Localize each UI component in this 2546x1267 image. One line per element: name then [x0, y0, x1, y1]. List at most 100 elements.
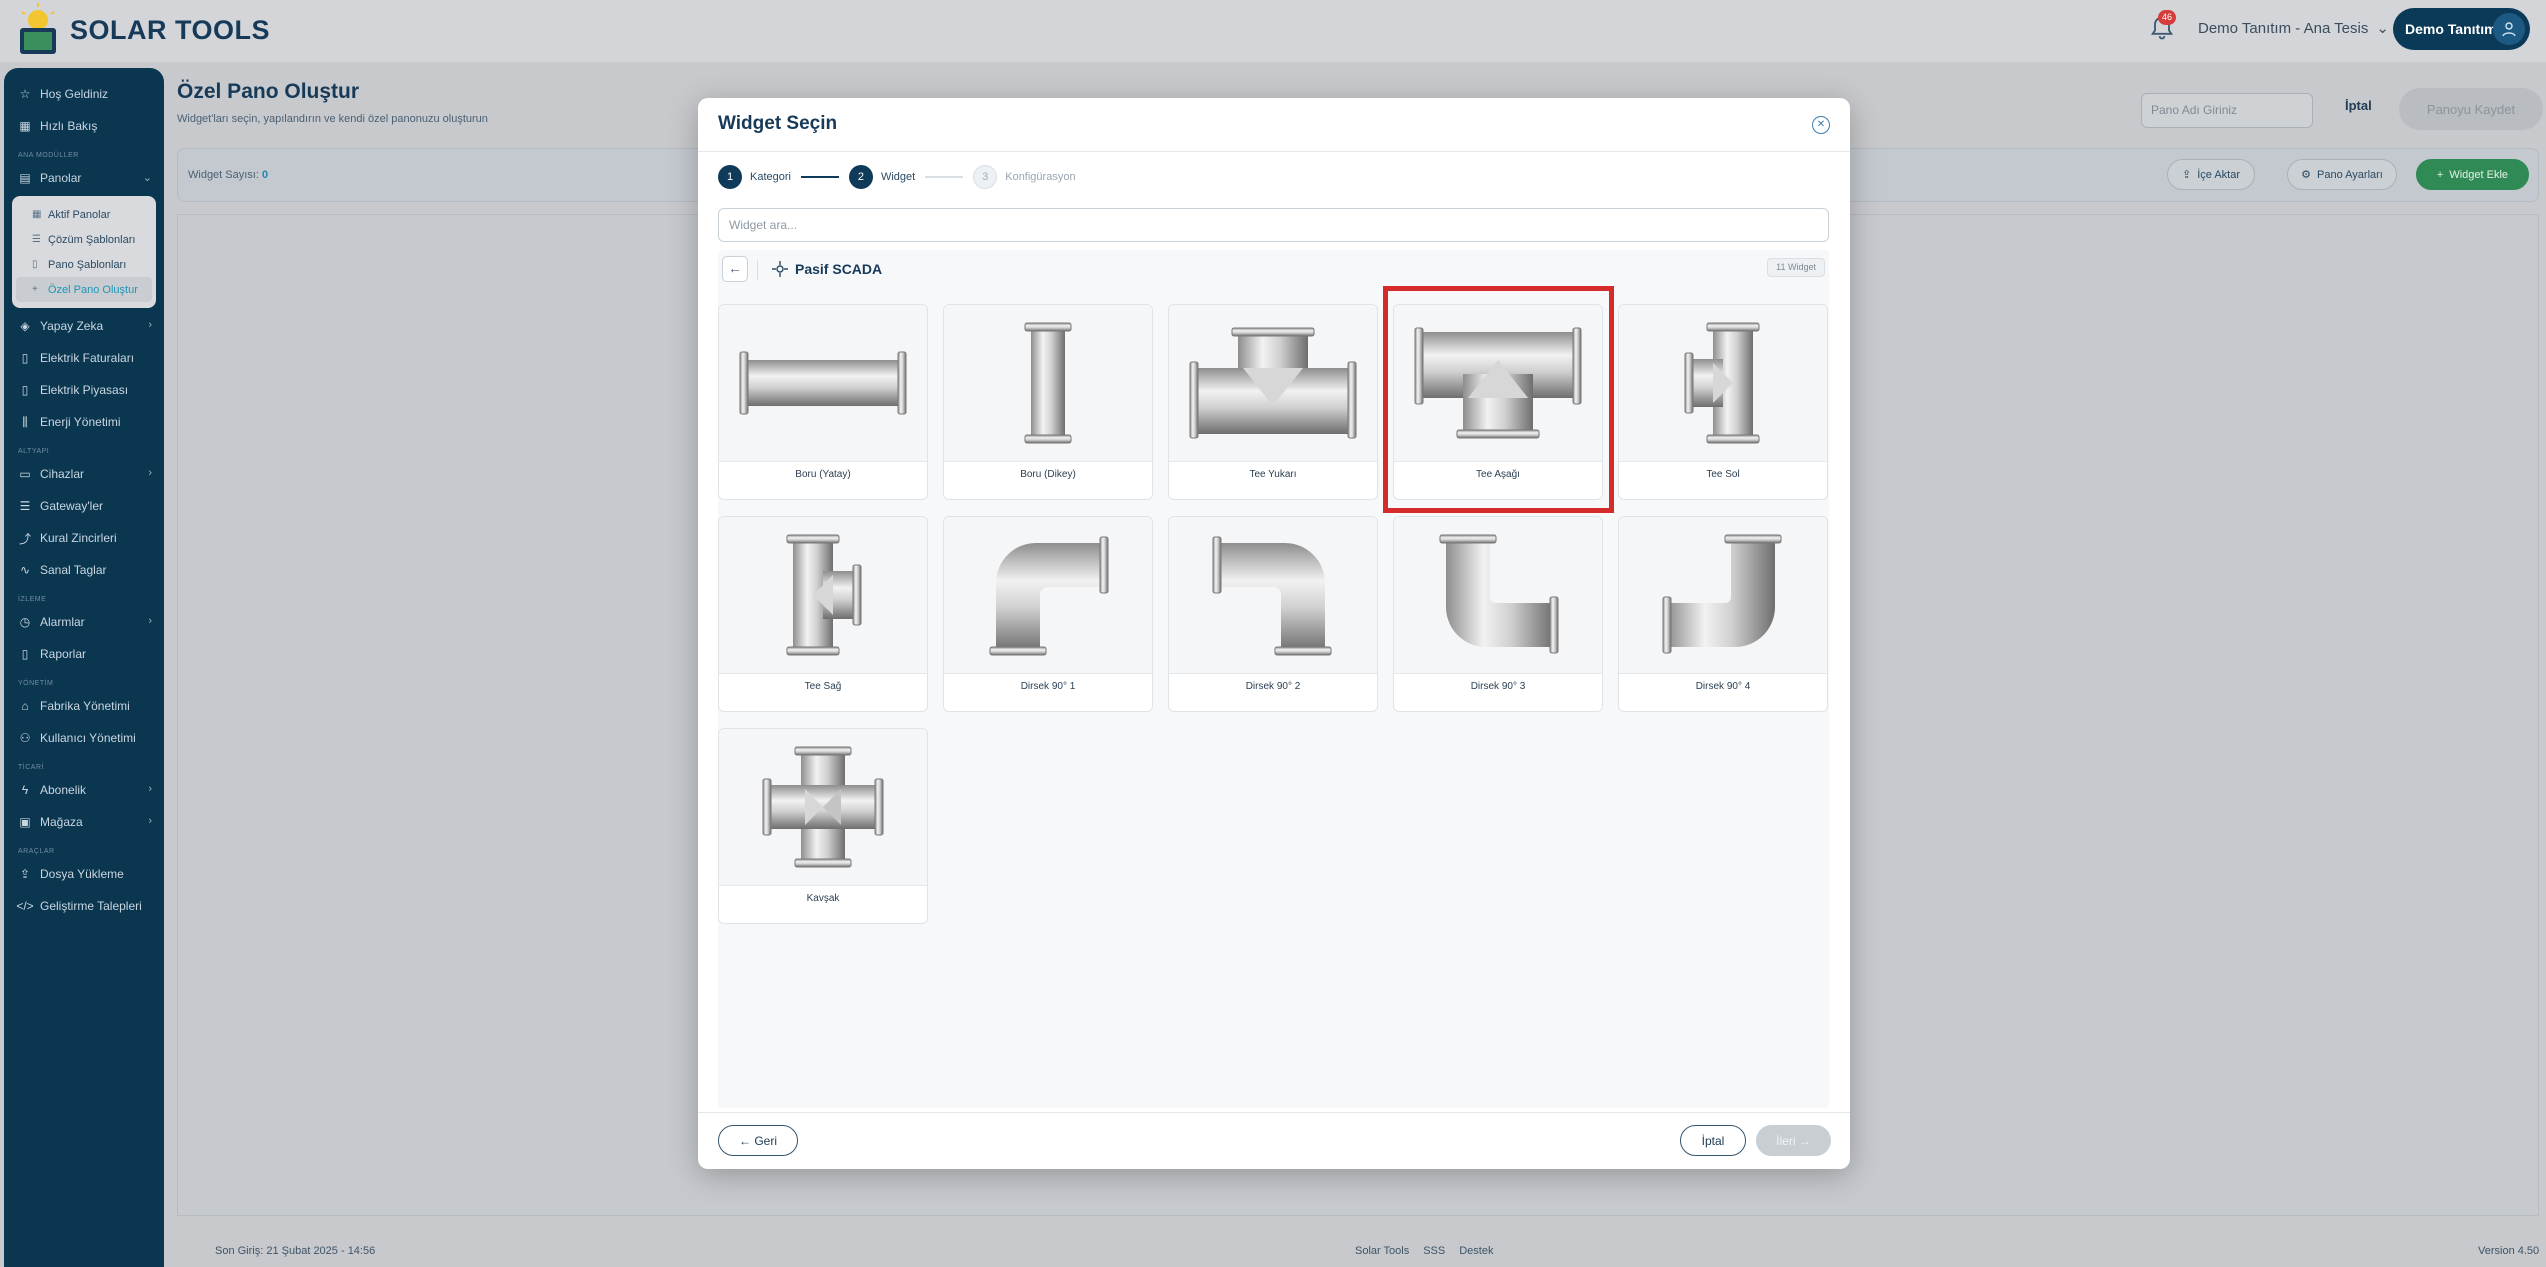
sidebar-subitem-custom-board[interactable]: + Özel Pano Oluştur: [16, 277, 152, 302]
widget-count-badge: 11 Widget: [1767, 258, 1825, 277]
widget-card-pipe-vertical[interactable]: Boru (Dikey): [943, 304, 1153, 500]
divider: [944, 673, 1152, 674]
sidebar-item-virtual-tags[interactable]: ∿ Sanal Taglar: [4, 554, 164, 586]
sidebar-item-label: Hoş Geldiniz: [40, 87, 109, 101]
sidebar-item-gateways[interactable]: ☰ Gateway'ler: [4, 490, 164, 522]
users-icon: ⚇: [19, 731, 31, 745]
sidebar-item-rule-chains[interactable]: ⤴ Kural Zincirleri: [4, 522, 164, 554]
sidebar-item-market[interactable]: ▯ Elektrik Piyasası: [4, 374, 164, 406]
sidebar-item-ai[interactable]: ◈ Yapay Zeka ›: [4, 310, 164, 342]
board-name-input[interactable]: Pano Adı Giriniz: [2141, 93, 2313, 128]
stepper: 1 Kategori 2 Widget 3 Konfigürasyon: [718, 164, 1076, 190]
widget-search-input[interactable]: Widget ara...: [718, 208, 1829, 242]
divider: [757, 260, 758, 280]
divider: [944, 461, 1152, 462]
brand-logo[interactable]: SOLAR TOOLS: [14, 2, 270, 58]
sidebar-subitem-active-boards[interactable]: ▦ Aktif Panolar: [12, 202, 156, 227]
pipe-vertical-icon: [944, 305, 1152, 461]
factory-icon: ⌂: [21, 699, 29, 713]
sidebar-submenu: ▦ Aktif Panolar ☰ Çözüm Şablonları ▯ Pano Ş…: [12, 196, 156, 308]
widget-card-tee-down[interactable]: Tee Aşağı: [1393, 304, 1603, 500]
widget-card-label: Dirsek 90° 1: [1020, 681, 1076, 692]
sidebar-item-energy[interactable]: ⫼ Enerji Yönetimi: [4, 406, 164, 438]
widget-card-tee-left[interactable]: Tee Sol: [1618, 304, 1828, 500]
widget-card-label: Dirsek 90° 3: [1470, 681, 1526, 692]
dashboard-icon: ▤: [19, 171, 31, 185]
widget-card-elbow-3[interactable]: Dirsek 90° 3: [1393, 516, 1603, 712]
plus-icon: +: [32, 284, 38, 295]
widget-card-elbow-1[interactable]: Dirsek 90° 1: [943, 516, 1153, 712]
board-settings-button[interactable]: ⚙ Pano Ayarları: [2287, 159, 2397, 190]
widget-count-label: Widget Sayısı:: [188, 169, 259, 181]
chevron-right-icon: ›: [148, 783, 152, 795]
divider: [719, 885, 927, 886]
back-button[interactable]: ← Geri: [718, 1125, 798, 1156]
footer-link[interactable]: Destek: [1459, 1245, 1493, 1257]
footer-link[interactable]: Solar Tools: [1355, 1245, 1409, 1257]
next-button[interactable]: İleri →: [1756, 1125, 1831, 1156]
widget-card-pipe-horizontal[interactable]: Boru (Yatay): [718, 304, 928, 500]
sidebar-item-welcome[interactable]: ☆ Hoş Geldiniz: [4, 78, 164, 110]
pipe-horizontal-icon: [719, 305, 927, 461]
sidebar-item-invoices[interactable]: ▯ Elektrik Faturaları: [4, 342, 164, 374]
sidebar-item-quick-view[interactable]: ▦ Hızlı Bakış: [4, 110, 164, 142]
avatar: [2493, 13, 2525, 45]
chevron-right-icon: ›: [148, 319, 152, 331]
report-icon: ▯: [21, 647, 29, 661]
widget-card-elbow-2[interactable]: Dirsek 90° 2: [1168, 516, 1378, 712]
widget-card-elbow-4[interactable]: Dirsek 90° 4: [1618, 516, 1828, 712]
sidebar-subitem-label: Çözüm Şablonları: [48, 233, 136, 246]
sidebar-item-label: Kural Zincirleri: [40, 531, 117, 545]
sidebar-subitem-label: Pano Şablonları: [48, 258, 127, 271]
tenant-selector[interactable]: Demo Tanıtım - Ana Tesis ⌄: [2198, 19, 2389, 38]
import-button[interactable]: ⇪ İçe Aktar: [2167, 159, 2255, 190]
close-icon[interactable]: ✕: [1812, 116, 1830, 134]
server-icon: ☰: [19, 499, 31, 513]
logo-icon: [14, 2, 62, 58]
sidebar-item-label: Elektrik Faturaları: [40, 351, 135, 365]
sidebar-item-store[interactable]: ▣ Mağaza ›: [4, 806, 164, 838]
cancel-button[interactable]: İptal: [1680, 1125, 1746, 1156]
star-icon: ☆: [19, 87, 31, 101]
cancel-button[interactable]: İptal: [2345, 98, 2372, 113]
chevron-down-icon: ⌄: [2376, 20, 2389, 37]
user-menu-button[interactable]: Demo Tanıtım: [2393, 8, 2530, 50]
widget-card-tee-up[interactable]: Tee Yukarı: [1168, 304, 1378, 500]
widget-card-label: Tee Aşağı: [1476, 469, 1520, 480]
sidebar-subitem-label: Aktif Panolar: [48, 208, 111, 221]
sidebar-item-label: Alarmlar: [40, 615, 85, 629]
footer-link[interactable]: SSS: [1423, 1245, 1445, 1257]
sidebar-item-label: Mağaza: [40, 815, 83, 829]
sidebar-item-reports[interactable]: ▯ Raporlar: [4, 638, 164, 670]
sidebar-item-upload[interactable]: ⇪ Dosya Yükleme: [4, 858, 164, 890]
sidebar-section-label: ARAÇLAR: [18, 848, 55, 855]
ai-icon: ◈: [20, 319, 30, 333]
widget-card-tee-right[interactable]: Tee Sağ: [718, 516, 928, 712]
sidebar-item-panolar[interactable]: ▤ Panolar ⌄: [4, 162, 164, 194]
sidebar-subitem-solution-templates[interactable]: ☰ Çözüm Şablonları: [12, 227, 156, 252]
sidebar-subitem-board-templates[interactable]: ▯ Pano Şablonları: [12, 252, 156, 277]
add-widget-button[interactable]: + Widget Ekle: [2416, 159, 2529, 190]
sidebar-section-label: ALTYAPI: [18, 448, 50, 455]
import-label: İçe Aktar: [2197, 168, 2240, 181]
modal-title: Widget Seçin: [718, 113, 838, 134]
sidebar-item-devices[interactable]: ▭ Cihazlar ›: [4, 458, 164, 490]
sidebar-item-label: Raporlar: [40, 647, 87, 661]
sidebar-item-subscription[interactable]: ϟ Abonelik ›: [4, 774, 164, 806]
sidebar-item-users[interactable]: ⚇ Kullanıcı Yönetimi: [4, 722, 164, 754]
user-name: Demo Tanıtım: [2405, 21, 2497, 37]
widget-list-panel: ← Pasif SCADA 11 Widget Boru (Yatay) Bor…: [718, 250, 1829, 1108]
category-title: Pasif SCADA: [795, 261, 883, 277]
sidebar-section-label: ANA MODÜLLER: [18, 152, 79, 159]
save-board-button[interactable]: Panoyu Kaydet: [2399, 88, 2543, 130]
sidebar-item-dev-requests[interactable]: </> Geliştirme Talepleri: [4, 890, 164, 922]
back-arrow-icon[interactable]: ←: [722, 256, 748, 282]
divider: [1619, 461, 1827, 462]
sidebar-item-alarms[interactable]: ◷ Alarmlar ›: [4, 606, 164, 638]
brand-name: SOLAR TOOLS: [70, 14, 271, 45]
lightning-icon: ϟ: [21, 783, 29, 797]
widget-card-cross[interactable]: Kavşak: [718, 728, 928, 924]
footer-links: Solar Tools SSS Destek: [1355, 1245, 1493, 1257]
divider: [719, 673, 927, 674]
sidebar-item-factory[interactable]: ⌂ Fabrika Yönetimi: [4, 690, 164, 722]
